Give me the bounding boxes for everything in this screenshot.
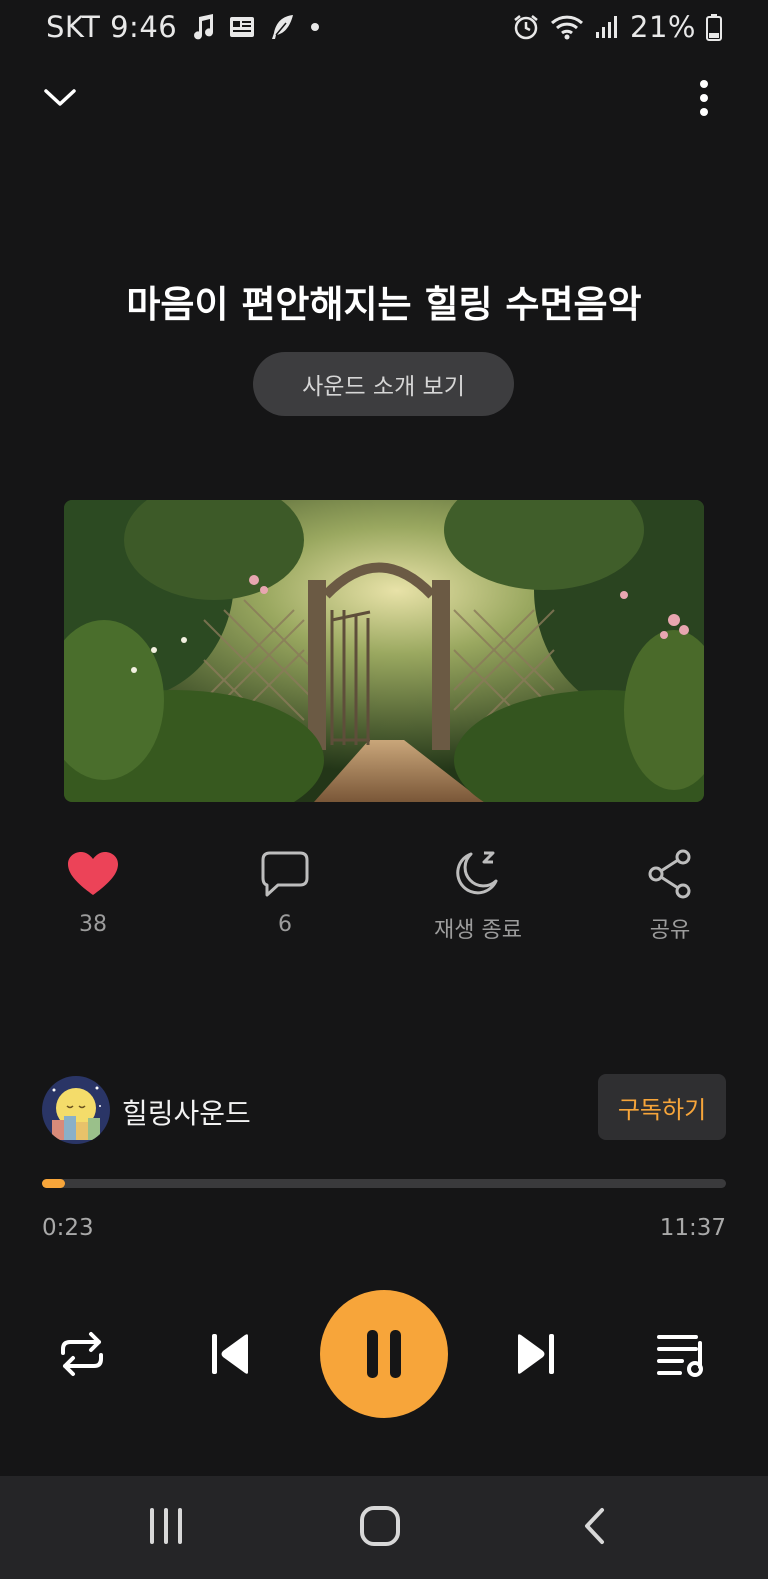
total-time: 11:37 xyxy=(659,1215,726,1241)
playback-controls xyxy=(0,1290,768,1420)
music-note-icon xyxy=(191,13,215,41)
recent-apps-icon xyxy=(150,1508,182,1544)
collapse-button[interactable] xyxy=(40,78,80,118)
progress-fill xyxy=(42,1179,65,1188)
repeat-button[interactable] xyxy=(52,1324,112,1384)
subscribe-button[interactable]: 구독하기 xyxy=(598,1074,726,1140)
heart-icon xyxy=(68,852,118,895)
status-bar: SKT 9:46 21% xyxy=(0,0,768,56)
like-count: 38 xyxy=(79,912,107,937)
news-icon xyxy=(229,15,255,39)
system-nav-bar xyxy=(0,1476,768,1579)
progress-bar[interactable] xyxy=(42,1179,726,1188)
skip-previous-icon xyxy=(212,1334,248,1374)
comment-count: 6 xyxy=(278,912,292,937)
recent-apps-button[interactable] xyxy=(136,1496,196,1556)
battery-icon xyxy=(706,13,722,41)
more-vertical-icon xyxy=(700,80,708,116)
repeat-icon xyxy=(61,1332,103,1376)
previous-button[interactable] xyxy=(200,1324,260,1384)
pause-button[interactable] xyxy=(320,1290,448,1418)
back-button[interactable] xyxy=(564,1496,624,1556)
carrier-time: SKT 9:46 xyxy=(46,10,178,44)
wifi-icon xyxy=(550,13,584,41)
signal-icon xyxy=(594,14,620,40)
channel-name[interactable]: 힐링사운드 xyxy=(122,1092,251,1132)
dot-icon xyxy=(309,21,321,33)
home-button[interactable] xyxy=(350,1496,410,1556)
comment-button[interactable]: 6 xyxy=(215,846,355,937)
chevron-down-icon xyxy=(44,89,76,106)
player-screen: SKT 9:46 21% 마음이 편안해지는 힐링 수면음악 사운드 소개 보기… xyxy=(0,0,768,1579)
share-icon xyxy=(648,849,691,899)
sleep-timer-label: 재생 종료 xyxy=(434,918,522,943)
pause-icon xyxy=(367,1330,401,1378)
playlist-button[interactable] xyxy=(652,1324,712,1384)
next-button[interactable] xyxy=(506,1324,566,1384)
playlist-icon xyxy=(657,1335,703,1377)
action-bar: 38 6 재생 종료 공유 xyxy=(0,846,768,946)
like-button[interactable]: 38 xyxy=(23,846,163,937)
current-time: 0:23 xyxy=(42,1215,94,1241)
album-artwork xyxy=(64,500,704,802)
sound-intro-button[interactable]: 사운드 소개 보기 xyxy=(253,352,514,416)
home-icon xyxy=(360,1506,400,1546)
skip-next-icon xyxy=(518,1334,554,1374)
comment-icon xyxy=(261,851,309,897)
share-label: 공유 xyxy=(649,918,691,943)
share-button[interactable]: 공유 xyxy=(600,846,740,944)
moon-sleep-icon xyxy=(456,851,498,895)
back-icon xyxy=(585,1508,604,1544)
more-options-button[interactable] xyxy=(686,76,722,120)
alarm-icon xyxy=(512,13,540,41)
battery-percent: 21% xyxy=(630,10,696,44)
feather-icon xyxy=(269,13,295,41)
track-title: 마음이 편안해지는 힐링 수면음악 xyxy=(126,283,642,326)
channel-row: 힐링사운드 구독하기 xyxy=(42,1074,726,1144)
channel-avatar[interactable] xyxy=(42,1076,110,1144)
sleep-timer-button[interactable]: 재생 종료 xyxy=(408,846,548,944)
